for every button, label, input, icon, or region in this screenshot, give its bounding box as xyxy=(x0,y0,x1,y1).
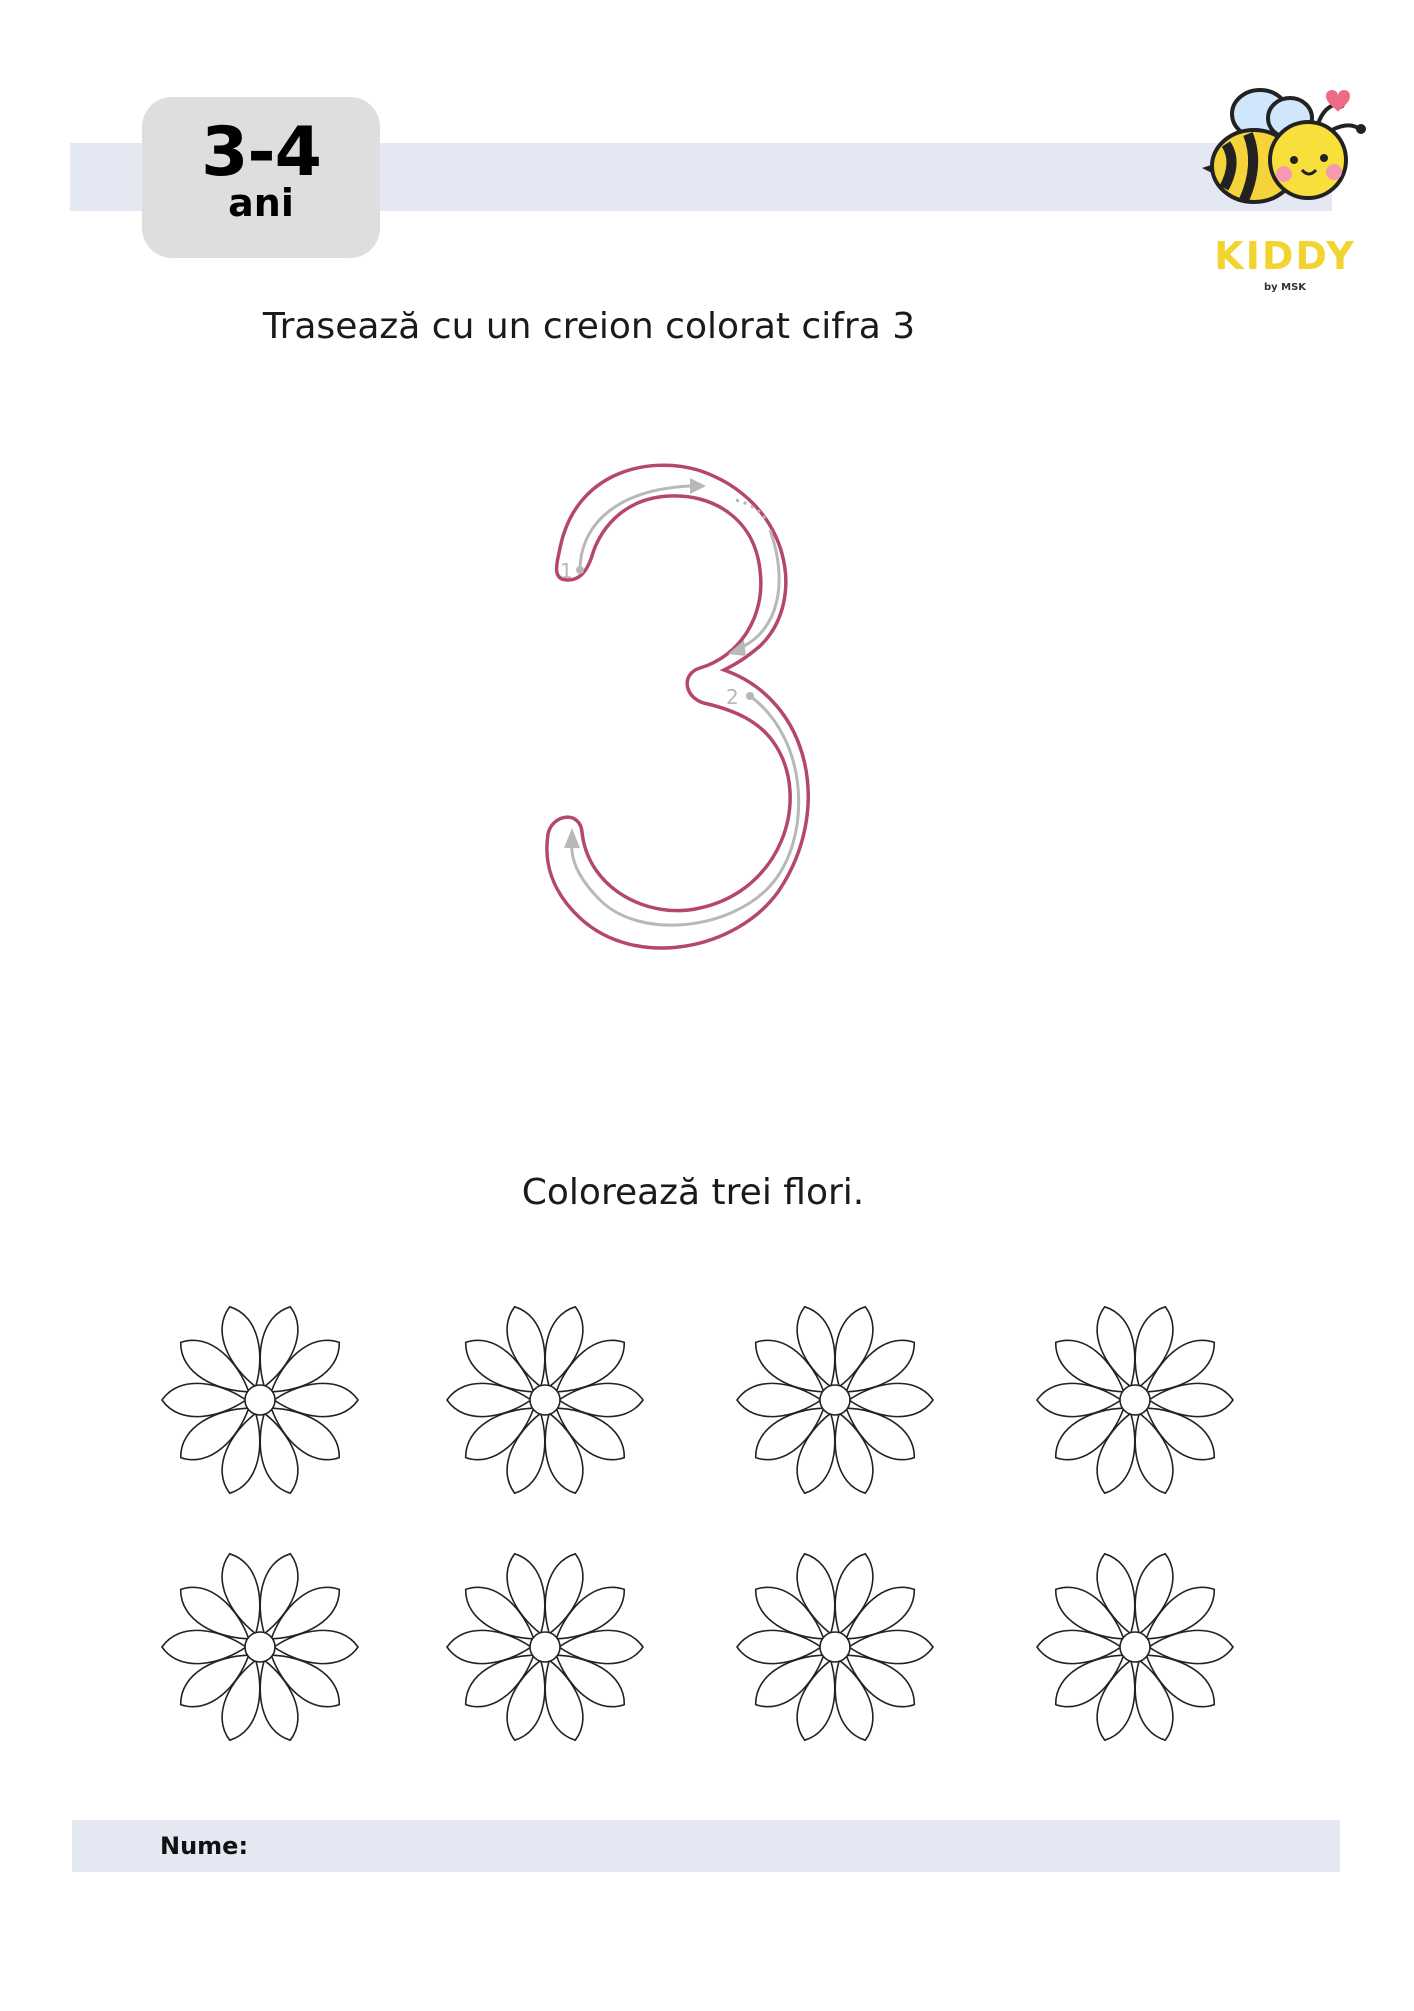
tracing-instruction: Trasează cu un creion colorat cifra 3 xyxy=(262,306,916,347)
daisy-icon[interactable] xyxy=(736,1302,934,1499)
daisy-icon[interactable] xyxy=(446,1302,644,1499)
flower-grid xyxy=(161,1302,1234,1746)
flower-center[interactable] xyxy=(819,1384,851,1416)
age-range: 3-4 xyxy=(201,113,322,192)
name-label: Nume: xyxy=(160,1832,249,1860)
name-field[interactable] xyxy=(272,1826,1316,1868)
daisy-icon[interactable] xyxy=(161,1302,359,1499)
brand-name: KIDDY xyxy=(1214,234,1356,278)
flower-center[interactable] xyxy=(529,1384,561,1416)
flower-center[interactable] xyxy=(529,1631,561,1663)
daisy-icon[interactable] xyxy=(1036,1302,1234,1499)
stroke-guide-1 xyxy=(578,484,691,571)
flower-center[interactable] xyxy=(1119,1384,1151,1416)
flower-center[interactable] xyxy=(1119,1631,1151,1663)
flower-center[interactable] xyxy=(244,1631,276,1663)
start-dot xyxy=(576,566,584,574)
age-unit: ani xyxy=(228,181,294,225)
brand-subtitle: by MSK xyxy=(1263,282,1307,293)
daisy-icon[interactable] xyxy=(736,1549,934,1746)
daisy-icon[interactable] xyxy=(1036,1549,1234,1746)
daisy-icon[interactable] xyxy=(161,1549,359,1746)
flower-center[interactable] xyxy=(819,1631,851,1663)
digit-three-tracing[interactable]: 1 2 xyxy=(540,450,870,990)
name-band: Nume: xyxy=(72,1820,1340,1872)
coloring-instruction: Colorează trei flori. xyxy=(521,1172,865,1213)
arrow-icon xyxy=(728,640,746,656)
stroke-label-2: 2 xyxy=(726,685,739,709)
daisy-icon[interactable] xyxy=(446,1549,644,1746)
bee-icon xyxy=(1202,88,1366,204)
arrow-icon xyxy=(564,828,580,848)
stroke-label-1: 1 xyxy=(560,559,573,583)
age-badge: 3-4 ani xyxy=(142,97,380,258)
flower-center[interactable] xyxy=(244,1384,276,1416)
brand-logo: KIDDY by MSK xyxy=(1198,84,1388,299)
start-dot xyxy=(746,692,754,700)
arrow-icon xyxy=(690,478,706,494)
